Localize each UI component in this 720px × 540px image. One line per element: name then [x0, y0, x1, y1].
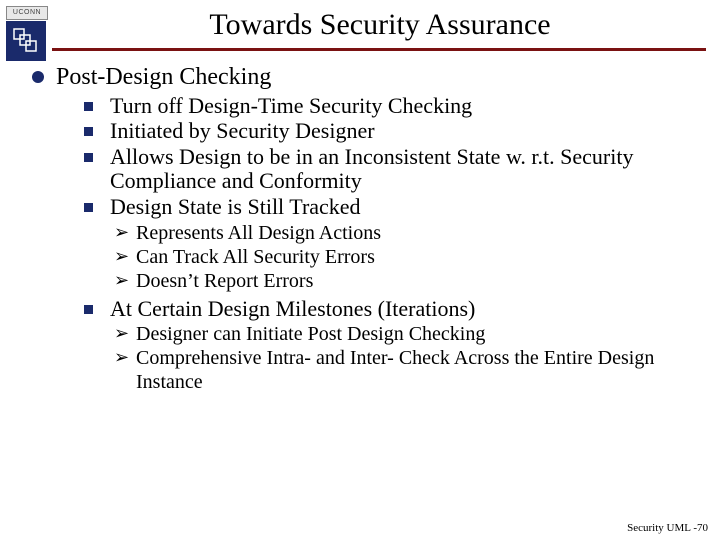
square-icon — [84, 145, 110, 162]
arrow-icon: ➢ — [114, 322, 136, 345]
bullet-lvl3: ➢ Doesn’t Report Errors — [114, 269, 700, 293]
bullet-lvl2: Design State is Still Tracked — [84, 195, 700, 220]
disc-icon — [28, 64, 56, 83]
bullet-lvl3: ➢ Designer can Initiate Post Design Chec… — [114, 322, 700, 346]
arrow-icon: ➢ — [114, 245, 136, 268]
bullet-lvl2: Allows Design to be in an Inconsistent S… — [84, 145, 700, 194]
bullet-lvl3: ➢ Can Track All Security Errors — [114, 245, 700, 269]
lvl2-text: At Certain Design Milestones (Iterations… — [110, 297, 475, 322]
slide-footer: Security UML -70 — [627, 522, 708, 534]
lvl2-text: Allows Design to be in an Inconsistent S… — [110, 145, 700, 194]
lvl3-text: Doesn’t Report Errors — [136, 269, 313, 293]
lvl2-text: Design State is Still Tracked — [110, 195, 361, 220]
lvl2-text: Initiated by Security Designer — [110, 119, 375, 144]
bullet-lvl3: ➢ Represents All Design Actions — [114, 221, 700, 245]
slide-body: Post-Design Checking Turn off Design-Tim… — [28, 64, 700, 394]
lvl3-text: Designer can Initiate Post Design Checki… — [136, 322, 485, 346]
square-icon — [84, 297, 110, 314]
brand-logo: UCONN — [6, 6, 46, 61]
arrow-icon: ➢ — [114, 269, 136, 292]
bullet-lvl1: Post-Design Checking — [28, 64, 700, 92]
lvl3-text: Comprehensive Intra- and Inter- Check Ac… — [136, 346, 700, 394]
arrow-icon: ➢ — [114, 221, 136, 244]
bullet-lvl2: Initiated by Security Designer — [84, 119, 700, 144]
title-rule — [52, 48, 706, 51]
bullet-lvl3: ➢ Comprehensive Intra- and Inter- Check … — [114, 346, 700, 394]
lvl3-text: Can Track All Security Errors — [136, 245, 375, 269]
slide-title: Towards Security Assurance — [60, 8, 700, 42]
square-icon — [84, 195, 110, 212]
bullet-lvl2: Turn off Design-Time Security Checking — [84, 94, 700, 119]
square-icon — [84, 94, 110, 111]
lvl3-text: Represents All Design Actions — [136, 221, 381, 245]
bullet-lvl2: At Certain Design Milestones (Iterations… — [84, 297, 700, 322]
arrow-icon: ➢ — [114, 346, 136, 369]
lvl1-text: Post-Design Checking — [56, 64, 271, 92]
square-icon — [84, 119, 110, 136]
logo-mark — [6, 21, 46, 61]
lvl2-text: Turn off Design-Time Security Checking — [110, 94, 472, 119]
logo-text: UCONN — [6, 6, 48, 20]
